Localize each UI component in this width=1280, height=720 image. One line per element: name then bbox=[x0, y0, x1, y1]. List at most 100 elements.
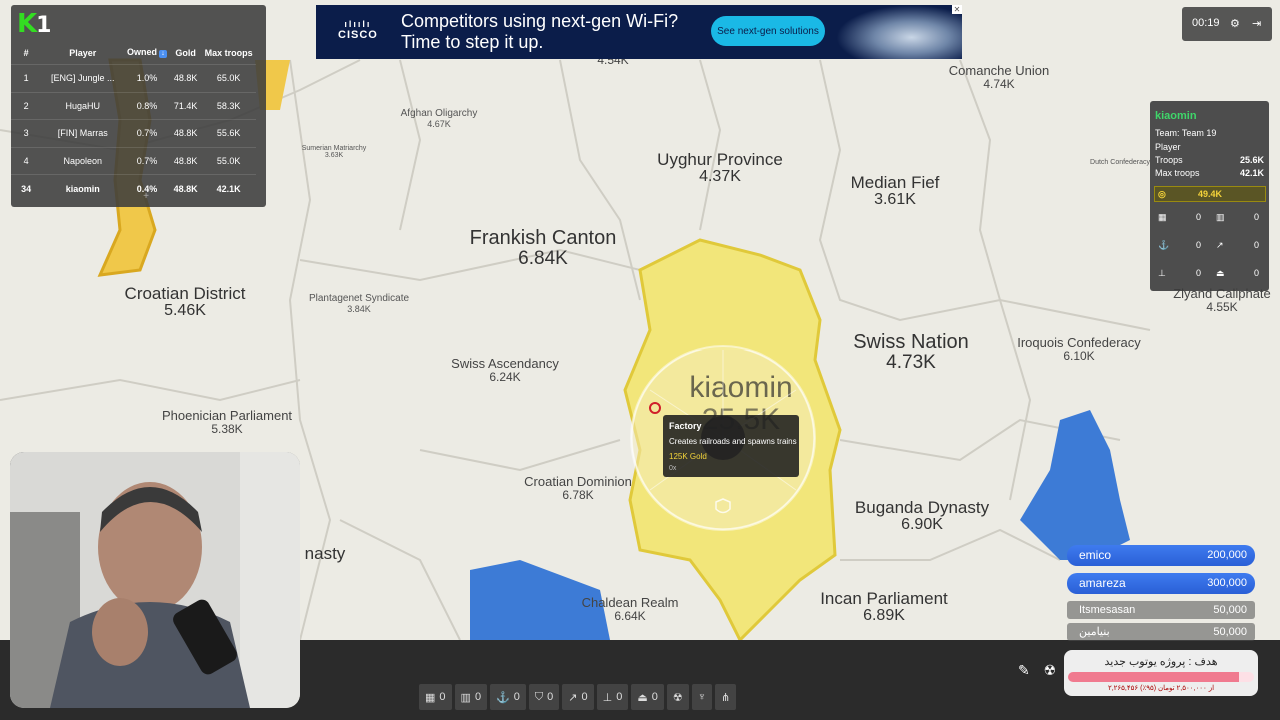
city-count: ▦ 0 bbox=[1158, 212, 1201, 222]
leaderboard-table: # Player Owned ↓ Gold Max troops 1 [ENG] J… bbox=[11, 41, 256, 202]
factory-icon: ▥ bbox=[460, 691, 471, 704]
player-troops-row: Troops 25.6K bbox=[1155, 155, 1264, 165]
region-label-croatian-dominion: Croatian Dominion 6.78K bbox=[524, 474, 632, 502]
region-label-croatian-district: Croatian District 5.46K bbox=[124, 284, 246, 319]
player-gold: ◎ 49.4K bbox=[1154, 186, 1266, 202]
leaderboard-row[interactable]: 1 [ENG] Jungle ... 1.0% 48.8K 65.0K bbox=[11, 64, 256, 93]
build-bar: ▦ 0 ▥ 0 ⚓ 0 ⛉ 0 ↗ 0 ⊥ 0 ⏏ 0 ☢ ♆ ⋔ bbox=[419, 684, 737, 710]
city-icon: ▦ bbox=[425, 691, 436, 704]
tool-icons: ✎ ☢ bbox=[1018, 662, 1056, 679]
tooltip-count: 0x bbox=[669, 465, 677, 472]
player-type: Player bbox=[1155, 142, 1181, 152]
warship-icon: ⏏ bbox=[1216, 268, 1225, 278]
streamer-webcam bbox=[10, 452, 300, 708]
player-name: kiaomin bbox=[1155, 110, 1197, 122]
sam-icon: ⊥ bbox=[602, 691, 613, 704]
exit-icon[interactable]: ⇥ bbox=[1252, 17, 1261, 30]
tooltip-title: Factory bbox=[669, 421, 702, 431]
mushroom-cloud-icon: ♆ bbox=[697, 691, 706, 703]
webcam-image bbox=[10, 452, 300, 708]
col-owned[interactable]: Owned ↓ bbox=[124, 41, 170, 65]
region-label-swiss-ascendancy: Swiss Ascendancy 6.24K bbox=[451, 356, 559, 384]
build-tooltip: Factory Creates railroads and spawns tra… bbox=[663, 415, 799, 477]
leaderboard-row[interactable]: 4 Napoleon 0.7% 48.8K 55.0K bbox=[11, 146, 256, 175]
region-label-phoenician-parliament: Phoenician Parliament 5.38K bbox=[161, 408, 293, 436]
cisco-logo: ılıılı CISCO bbox=[338, 19, 378, 41]
leaderboard-panel: K1 # Player Owned ↓ Gold Max troops 1 [ENG… bbox=[11, 5, 266, 207]
donation-goal: هدف : پروژه یوتوب جدید ۲,۲۶۵,۴۵۶ از ۲,۵۰… bbox=[1064, 650, 1258, 696]
ad-device-image bbox=[836, 5, 962, 59]
build-mirv-button[interactable]: ⋔ bbox=[714, 684, 737, 710]
region-label-frankish-canton: Frankish Canton 6.84K bbox=[469, 227, 617, 269]
shield-icon: ⛉ bbox=[534, 690, 544, 703]
col-rank: # bbox=[23, 47, 29, 58]
player-info-panel: kiaomin Team: Team 19 Player Troops 25.6K… bbox=[1150, 101, 1269, 291]
ad-close-icon[interactable]: ✕ bbox=[952, 5, 962, 14]
region-label-incan-parliament: Incan Parliament 6.89K bbox=[820, 589, 948, 624]
leaderboard-row-self[interactable]: 34 kiaomin 0.4% 48.8K 42.1K bbox=[11, 174, 256, 202]
region-label-dutch-confederacy: Dutch Confederacy bbox=[1090, 159, 1150, 166]
channel-logo: K1 bbox=[17, 9, 51, 39]
build-city-button[interactable]: ▦ 0 bbox=[419, 684, 452, 710]
donation-item: بنیامین 50,000 bbox=[1067, 623, 1255, 641]
region-label-nasty: nasty bbox=[304, 544, 346, 563]
build-factory-button[interactable]: ▥ 0 bbox=[454, 684, 488, 710]
factory-count: ▥ 0 bbox=[1216, 212, 1259, 222]
donation-item: Itsmesasan 50,000 bbox=[1067, 601, 1255, 619]
anchor-icon: ⚓ bbox=[496, 691, 510, 704]
region-label-afghan-oligarchy: Afghan Oligarchy 4.67K bbox=[400, 108, 478, 129]
missile-icon: ↗ bbox=[568, 691, 578, 704]
col-player[interactable]: Player bbox=[41, 41, 124, 65]
goal-status: ۲,۲۶۵,۴۵۶ از ۲,۵۰۰,۰۰۰ تومان (۹۵٪) bbox=[1107, 685, 1215, 692]
goal-title: هدف : پروژه یوتوب جدید bbox=[1104, 656, 1218, 668]
donation-item: emico 200,000 bbox=[1067, 545, 1255, 566]
tooltip-description: Creates railroads and spawns trains bbox=[669, 437, 797, 446]
brush-icon[interactable]: ✎ bbox=[1018, 662, 1030, 678]
col-gold[interactable]: Gold bbox=[170, 41, 201, 65]
leaderboard-row[interactable]: 2 HugaHU 0.8% 71.4K 58.3K bbox=[11, 91, 256, 120]
nuke-icon[interactable]: ☢ bbox=[1044, 662, 1057, 678]
leaderboard-expand-button[interactable]: + bbox=[136, 191, 156, 203]
goal-progress-bar bbox=[1068, 672, 1254, 682]
top-controls: 00:19 ⚙ ⇥ bbox=[1182, 7, 1272, 41]
city-icon: ▦ bbox=[1158, 212, 1167, 222]
tooltip-cost: 125K Gold bbox=[669, 452, 707, 461]
sort-down-icon[interactable]: ↓ bbox=[159, 50, 168, 58]
build-missile-button[interactable]: ↗ 0 bbox=[562, 684, 594, 710]
build-warship-button[interactable]: ⏏ 0 bbox=[631, 684, 664, 710]
region-label-median-fief: Median Fief 3.61K bbox=[850, 173, 940, 208]
warship-count: ⏏ 0 bbox=[1216, 268, 1259, 278]
region-label-buganda-dynasty: Buganda Dynasty 6.90K bbox=[854, 498, 990, 533]
anchor-icon: ⚓ bbox=[1158, 240, 1170, 250]
build-defense-button[interactable]: ⛉ 0 bbox=[528, 684, 560, 710]
gold-icon: ◎ bbox=[1158, 189, 1166, 199]
player-team: Team: Team 19 bbox=[1155, 128, 1217, 138]
leaderboard-row[interactable]: 3 [FIN] Marras 0.7% 48.8K 55.6K bbox=[11, 119, 256, 148]
ad-headline: Competitors using next-gen Wi-Fi? Time to… bbox=[401, 11, 679, 52]
missile-icon: ↗ bbox=[1216, 240, 1224, 250]
build-hydrogen-button[interactable]: ♆ bbox=[691, 684, 712, 710]
game-timer: 00:19 bbox=[1192, 17, 1220, 29]
sam-icon: ⊥ bbox=[1158, 268, 1166, 278]
ad-banner[interactable]: ılıılı CISCO Competitors using next-gen W… bbox=[316, 5, 962, 59]
nuke-icon: ☢ bbox=[672, 691, 683, 704]
region-label-chaldean-realm: Chaldean Realm 6.64K bbox=[581, 595, 679, 623]
factory-icon: ▥ bbox=[1216, 212, 1225, 222]
leaderboard-header: # Player Owned ↓ Gold Max troops bbox=[11, 41, 256, 65]
region-label-uyghur-province: Uyghur Province 4.37K bbox=[657, 150, 783, 185]
settings-icon[interactable]: ⚙ bbox=[1230, 17, 1240, 30]
region-label-iroquois-confederacy: Iroquois Confederacy 6.10K bbox=[1017, 335, 1141, 363]
region-label-comanche-union: Comanche Union 4.74K bbox=[948, 63, 1050, 91]
port-count: ⚓ 0 bbox=[1158, 240, 1201, 250]
region-label-swiss-nation: Swiss Nation 4.73K bbox=[853, 331, 969, 373]
ad-cta-button[interactable]: See next-gen solutions bbox=[711, 16, 825, 46]
build-port-button[interactable]: ⚓ 0 bbox=[490, 684, 526, 710]
warship-icon: ⏏ bbox=[637, 691, 648, 704]
col-max-troops[interactable]: Max troops bbox=[201, 41, 256, 65]
sam-count: ⊥ 0 bbox=[1158, 268, 1201, 278]
mirv-icon: ⋔ bbox=[720, 691, 731, 704]
build-nuke-button[interactable]: ☢ bbox=[666, 684, 689, 710]
build-sam-button[interactable]: ⊥ 0 bbox=[596, 684, 629, 710]
donation-list: emico 200,000 amareza 300,000 Itsmesasan 50… bbox=[1067, 545, 1255, 645]
player-max-troops-row: Max troops 42.1K bbox=[1155, 168, 1264, 178]
